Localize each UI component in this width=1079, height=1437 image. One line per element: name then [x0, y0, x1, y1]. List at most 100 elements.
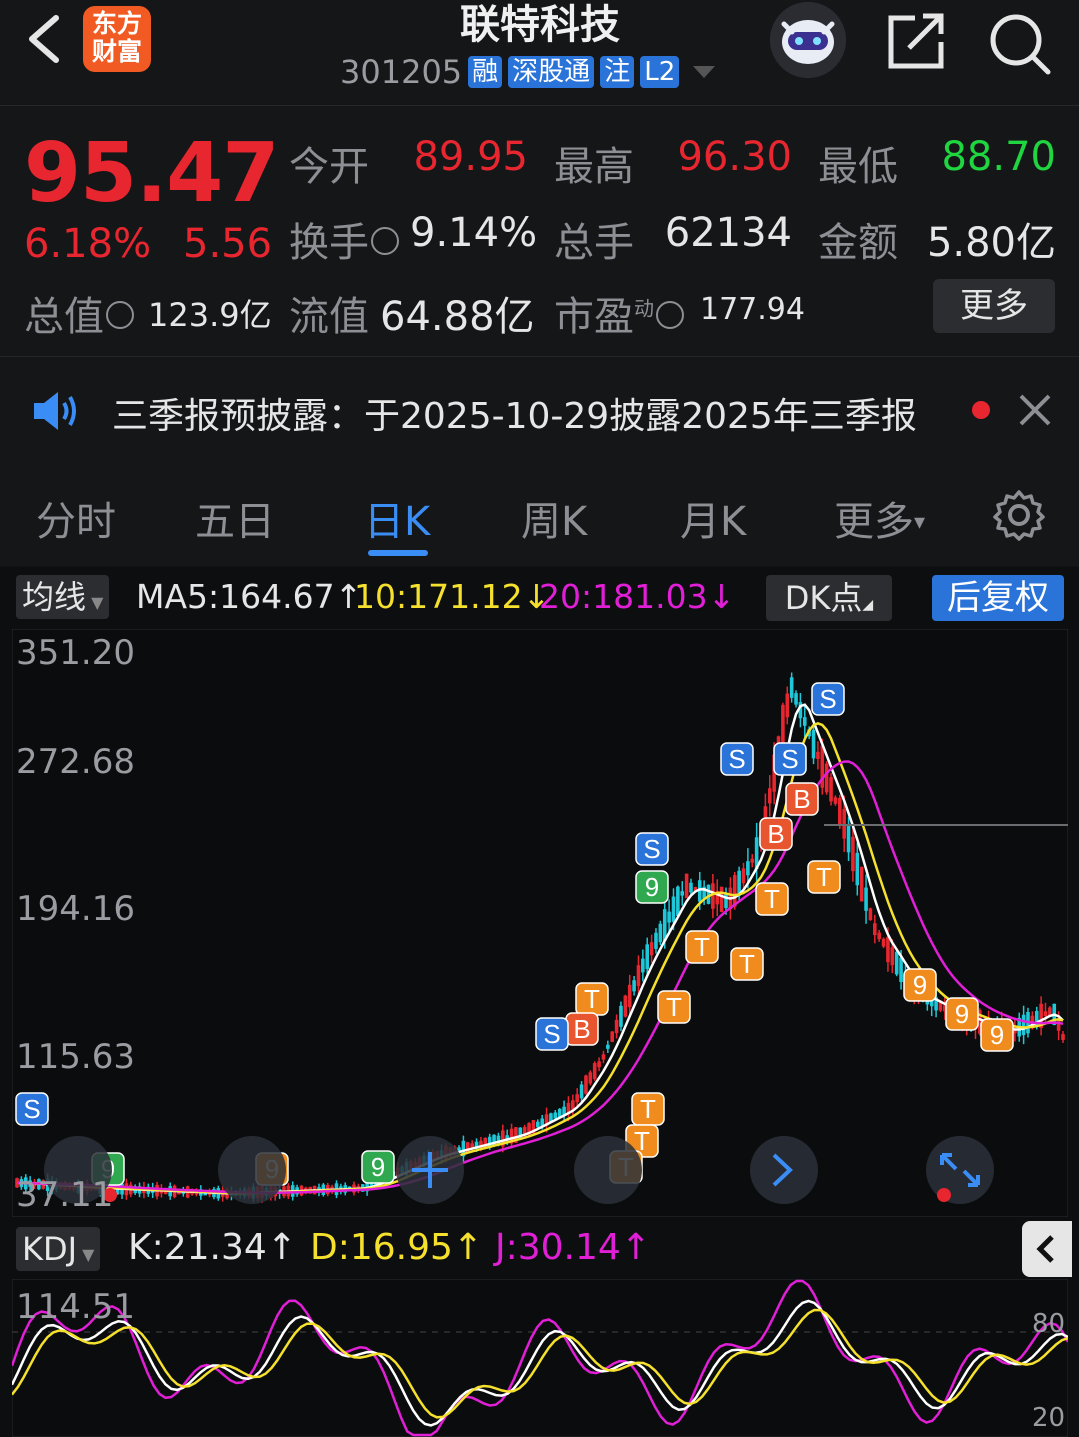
- candle-body: [741, 868, 746, 884]
- unread-dot: [972, 401, 990, 419]
- tab-intraday[interactable]: 分时: [36, 489, 116, 547]
- candle-body: [606, 1044, 610, 1049]
- ma10-value: 10:171.12↓: [354, 577, 551, 616]
- candle-body: [842, 809, 846, 839]
- signal-badge-text: S: [543, 1019, 560, 1049]
- candle-body: [859, 866, 864, 902]
- pe-label[interactable]: 市盈动: [554, 284, 684, 342]
- fullscreen-button: [926, 1136, 994, 1204]
- signal-badge-text: 9: [645, 872, 659, 902]
- collapse-panel-button[interactable]: [1022, 1221, 1072, 1277]
- candle-body: [829, 777, 833, 802]
- tab-weekly-k[interactable]: 周K: [521, 489, 587, 547]
- kline-chart-area[interactable]: 均线 ▼ MA5:164.67↑ 10:171.12↓ 20:181.03↓ D…: [0, 567, 1079, 1437]
- low-label: 最低: [818, 144, 898, 190]
- candle-body: [794, 693, 798, 705]
- candle-body: [619, 1005, 623, 1027]
- signal-badge-text: T: [584, 984, 600, 1014]
- signal-badge-text: T: [694, 932, 710, 962]
- quote-panel: 95.47 6.18% 5.56 今开 89.95 最高 96.30 最低 88…: [0, 106, 1079, 356]
- candle-body: [671, 896, 676, 922]
- kdj-chart[interactable]: [12, 1279, 1068, 1437]
- announcement-text: 三季报预披露：于2025-10-29披露2025年三季报: [112, 396, 917, 437]
- candle-body: [588, 1072, 593, 1084]
- tab-monthly-k[interactable]: 月K: [680, 489, 746, 547]
- open-label: 今开: [289, 144, 369, 190]
- close-icon[interactable]: [1018, 393, 1052, 427]
- candle-body: [894, 951, 899, 975]
- caret-down-icon: ▼: [77, 1245, 95, 1264]
- candle-body: [1048, 1007, 1052, 1016]
- search-icon[interactable]: [986, 10, 1052, 76]
- candle-body: [601, 1054, 606, 1060]
- signal-badge-text: S: [728, 744, 745, 774]
- candle-body: [689, 882, 693, 893]
- candle-body: [877, 932, 881, 940]
- candle-body: [816, 751, 820, 759]
- kdj-indicator-select[interactable]: KDJ ▼: [16, 1227, 101, 1271]
- candle-body: [641, 958, 645, 973]
- market-cap-label[interactable]: 总值: [24, 284, 134, 342]
- last-price: 95.47: [24, 126, 279, 221]
- robot-assistant-icon[interactable]: [770, 2, 846, 78]
- volume-label: 总手: [554, 220, 634, 266]
- adjust-mode-button[interactable]: 后复权: [932, 575, 1064, 621]
- level2-tag: L2: [640, 56, 680, 88]
- more-quote-button[interactable]: 更多: [933, 279, 1055, 333]
- signal-badge-text: B: [767, 819, 784, 849]
- dk-points-button[interactable]: DK点◢: [766, 575, 892, 621]
- announcement-bar[interactable]: 三季报预披露：于2025-10-29披露2025年三季报: [0, 356, 1079, 462]
- stock-code-row[interactable]: 301205 融 深股通 注 L2: [340, 52, 716, 92]
- ma5-value: MA5:164.67↑: [136, 577, 363, 616]
- tab-more[interactable]: 更多▾: [834, 489, 925, 547]
- candle-body: [1021, 1014, 1026, 1036]
- tab-five-day[interactable]: 五日: [195, 489, 275, 547]
- turnover-value: 9.14%: [410, 210, 538, 256]
- candle-body: [750, 858, 755, 863]
- tab-daily-k[interactable]: 日K: [364, 489, 430, 547]
- signal-badge-text: T: [739, 949, 755, 979]
- y-axis-tick: 115.63: [16, 1037, 135, 1077]
- y-axis-tick: 351.20: [16, 633, 135, 673]
- signal-badge-text: T: [640, 1094, 656, 1124]
- change-amount: 5.56: [183, 221, 273, 267]
- margin-tag: 融: [468, 56, 503, 88]
- candle-body: [632, 980, 636, 992]
- candle-body: [746, 861, 750, 876]
- candle-body: [833, 797, 838, 804]
- indicator-select[interactable]: 均线 ▼: [16, 575, 110, 619]
- signal-badge-text: 9: [955, 999, 969, 1029]
- candle-body: [636, 965, 641, 987]
- candle-body: [899, 957, 903, 983]
- candle-body: [802, 717, 807, 726]
- candle-body: [719, 886, 724, 913]
- chevron-left-icon: [1036, 1235, 1054, 1263]
- connect-tag: 深股通: [508, 56, 595, 88]
- candle-body: [553, 1112, 558, 1119]
- signal-badge-text: S: [23, 1094, 40, 1124]
- signal-badge-text: B: [793, 784, 810, 814]
- high-label: 最高: [554, 144, 634, 190]
- next-signal-button: [750, 1136, 818, 1204]
- scroll-right-button: [218, 1136, 286, 1204]
- share-icon[interactable]: [885, 10, 949, 72]
- amount-label: 金额: [818, 220, 898, 266]
- kdj-d-value: D:16.95↑: [310, 1227, 484, 1268]
- change-percent: 6.18%: [24, 221, 152, 267]
- candle-body: [855, 852, 860, 886]
- candle-body: [584, 1075, 588, 1094]
- candle-body: [789, 677, 794, 698]
- volume-value: 62134: [664, 210, 792, 256]
- candle-body: [536, 1121, 540, 1128]
- candle-body: [667, 911, 671, 923]
- signal-badge-text: T: [816, 862, 832, 892]
- open-value: 89.95: [413, 134, 528, 180]
- draw-button: [574, 1136, 642, 1204]
- candle-body: [785, 693, 790, 718]
- gear-icon[interactable]: [993, 489, 1045, 541]
- candle-body: [873, 923, 877, 936]
- candlestick-chart[interactable]: SSSSS999TBTTTTBBTTTT9999S: [12, 629, 1068, 1217]
- signal-badge-text: T: [666, 992, 682, 1022]
- back-chevron-icon[interactable]: [22, 14, 66, 64]
- turnover-label[interactable]: 换手: [289, 210, 399, 268]
